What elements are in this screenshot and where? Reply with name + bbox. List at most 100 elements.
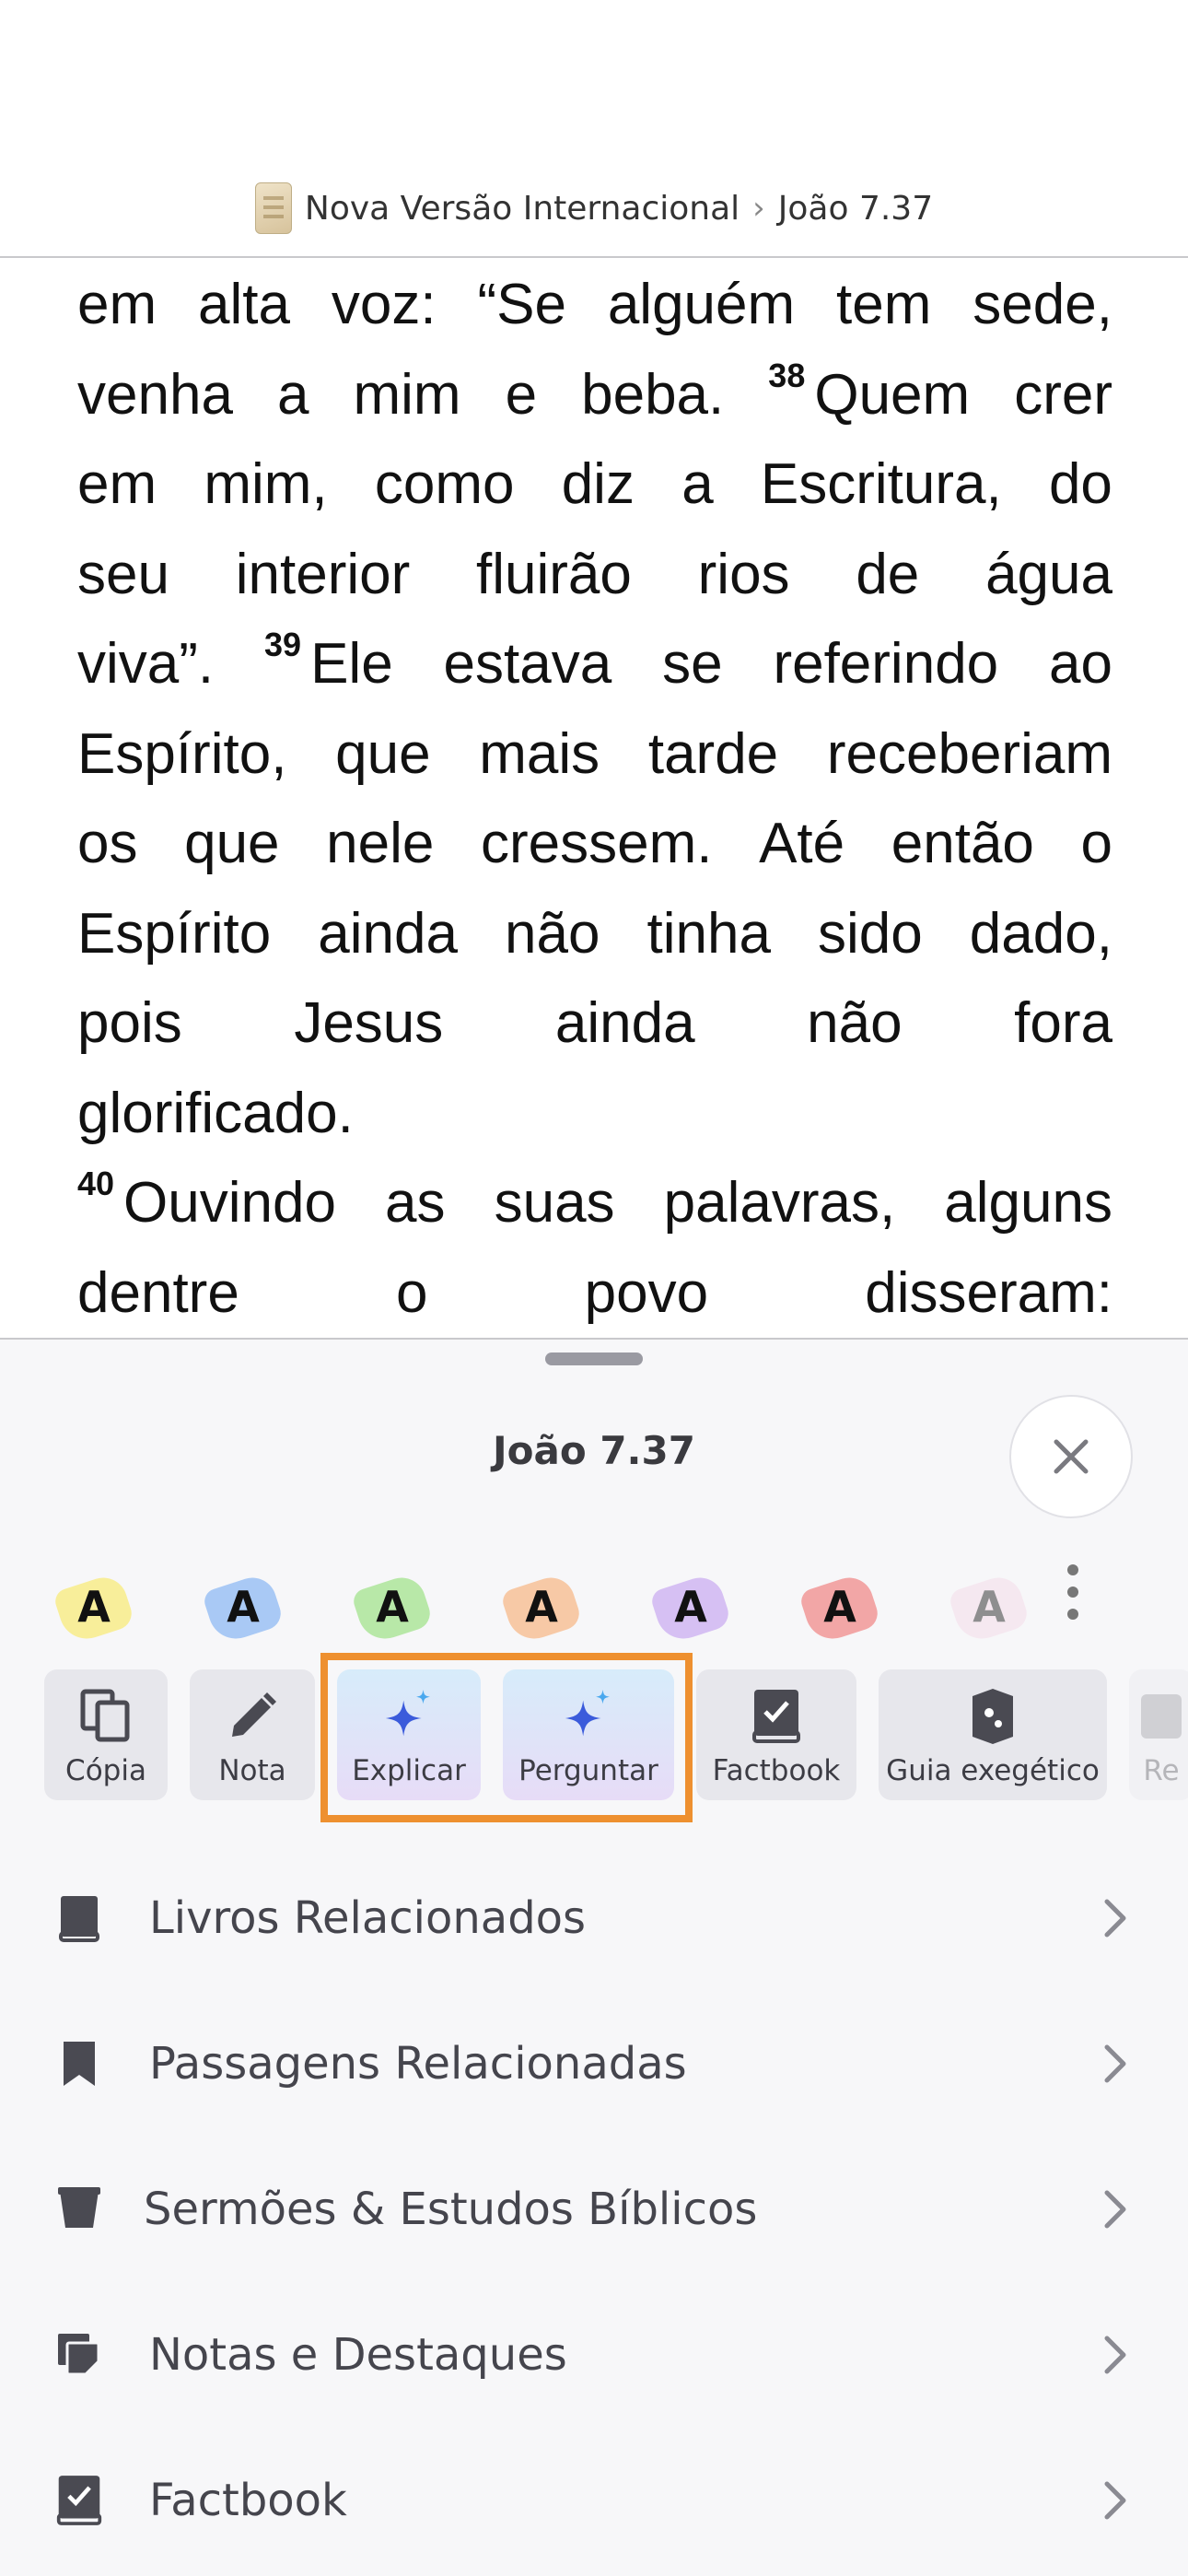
scripture-word: diz — [561, 452, 635, 516]
highlight-color-option[interactable]: A — [947, 1571, 1031, 1646]
scripture-word: ainda — [318, 901, 458, 966]
highlight-color-option[interactable]: A — [52, 1571, 136, 1646]
highlight-color-option[interactable]: A — [201, 1571, 285, 1646]
action-label: Factbook — [712, 1754, 841, 1787]
scripture-word: alguns — [944, 1171, 1112, 1235]
scripture-word: em — [77, 452, 157, 516]
factbook-button[interactable]: Factbook — [696, 1669, 856, 1800]
scripture-word: receberiam — [826, 721, 1112, 786]
more-options-icon[interactable] — [1059, 1564, 1087, 1620]
highlight-letter: A — [823, 1582, 856, 1632]
scripture-word: “Se — [477, 273, 566, 336]
scripture-word: seu — [77, 542, 169, 606]
scripture-word: e — [505, 362, 538, 427]
scripture-word: cressem. — [480, 812, 713, 875]
guia-exegético-button[interactable]: Guia exegético — [879, 1669, 1107, 1800]
verse-number: 40 — [77, 1165, 115, 1202]
partial-icon — [1133, 1688, 1188, 1745]
scripture-word: como — [374, 452, 515, 516]
scripture-word: sede, — [973, 273, 1112, 336]
scripture-line: glorificado. — [77, 1069, 1112, 1159]
scripture-word: não — [505, 901, 600, 966]
highlight-color-option[interactable]: A — [499, 1571, 584, 1646]
scripture-line: venha a mim e beba. 38 Quem crer — [77, 350, 1112, 440]
highlight-colors: AAAAAAA — [52, 1551, 1118, 1662]
scripture-text[interactable]: em alta voz: “Se alguém tem sede, venha a mim e beb… — [77, 260, 1112, 1338]
highlight-color-option[interactable]: A — [350, 1571, 435, 1646]
list-item[interactable]: Sermões & Estudos Bíblicos — [0, 2154, 1188, 2265]
scripture-word: 38 Quem — [768, 356, 971, 427]
scripture-word: dado, — [969, 901, 1112, 966]
scripture-word: glorificado. — [77, 1081, 354, 1145]
guide-icon — [964, 1688, 1021, 1745]
scripture-word: pois — [77, 991, 182, 1055]
scripture-line: dentre o povo disseram: — [77, 1248, 1112, 1339]
drag-handle[interactable] — [545, 1352, 643, 1365]
scripture-word: tarde — [647, 721, 779, 786]
highlight-color-option[interactable]: A — [648, 1571, 733, 1646]
scripture-word: as — [385, 1171, 446, 1235]
chevron-right-icon — [1101, 2187, 1129, 2231]
breadcrumb[interactable]: Nova Versão Internacional › João 7.37 — [0, 182, 1188, 234]
chevron-right-icon: › — [752, 190, 765, 227]
scripture-word: que — [184, 812, 280, 875]
list-item[interactable]: Livros Relacionados — [0, 1863, 1188, 1973]
scripture-word: o — [1080, 812, 1112, 875]
scripture-word: fora — [1014, 991, 1112, 1055]
scripture-word: palavras, — [663, 1171, 896, 1235]
scripture-line: pois Jesus ainda não fora — [77, 978, 1112, 1069]
scripture-word: rios — [697, 542, 790, 606]
action-label: Cópia — [65, 1754, 146, 1787]
highlight-color-option[interactable]: A — [798, 1571, 882, 1646]
cópia-button[interactable]: Cópia — [44, 1669, 168, 1800]
scripture-word: do — [1048, 452, 1112, 516]
factbook-icon — [55, 2473, 103, 2528]
verse-reference[interactable]: João 7.37 — [778, 190, 933, 228]
list-item[interactable]: Passagens Relacionadas — [0, 2008, 1188, 2119]
nota-button[interactable]: Nota — [190, 1669, 315, 1800]
copy-icon — [77, 1688, 134, 1745]
bookmark-icon — [55, 2036, 103, 2091]
verse-actions-sheet: João 7.37 AAAAAAA Cópia Nota Explicar Pergu… — [0, 1338, 1188, 2576]
list-item[interactable]: Factbook — [0, 2445, 1188, 2556]
scripture-word: voz: — [331, 273, 437, 336]
scripture-word: não — [807, 991, 903, 1055]
re-button[interactable]: Re — [1129, 1669, 1188, 1800]
ai-actions-highlight — [320, 1653, 693, 1822]
scripture-line: os que nele cressem. Até então o — [77, 799, 1112, 889]
translation-name[interactable]: Nova Versão Internacional — [305, 190, 740, 228]
chevron-right-icon — [1101, 1896, 1129, 1940]
scripture-word: povo — [584, 1260, 709, 1325]
scripture-word: interior — [235, 542, 411, 606]
scripture-word: a — [681, 452, 714, 516]
list-item-label: Passagens Relacionadas — [149, 2038, 687, 2090]
highlight-letter: A — [227, 1582, 260, 1632]
scripture-word: mim, — [204, 452, 328, 516]
book-icon — [55, 1891, 103, 1946]
scripture-word: se — [662, 632, 723, 696]
scripture-word: então — [891, 812, 1034, 875]
verse-number: 39 — [264, 626, 302, 663]
scripture-word: alta — [198, 273, 290, 336]
scripture-word: ao — [1049, 632, 1112, 696]
scripture-word: crer — [1014, 362, 1112, 427]
scripture-line: Espírito ainda não tinha sido dado, — [77, 889, 1112, 979]
top-bar: Nova Versão Internacional › João 7.37 — [0, 0, 1188, 258]
action-label: Re — [1143, 1754, 1180, 1787]
scripture-word: disseram: — [865, 1260, 1112, 1325]
notes-icon — [55, 2327, 103, 2383]
scripture-line: viva”. 39 Ele estava se referindo ao — [77, 619, 1112, 709]
pencil-icon — [224, 1688, 281, 1745]
list-item[interactable]: Notas e Destaques — [0, 2300, 1188, 2410]
scripture-line: em alta voz: “Se alguém tem sede, — [77, 260, 1112, 350]
scripture-word: sido — [818, 901, 923, 966]
scripture-word: tinha — [646, 901, 771, 966]
scripture-word: fluirão — [476, 542, 632, 606]
scripture-line: 40 Ouvindo as suas palavras, alguns — [77, 1158, 1112, 1248]
scripture-word: beba. — [581, 362, 725, 427]
scripture-word: a — [276, 362, 309, 427]
highlight-letter: A — [674, 1582, 707, 1632]
factbook-icon — [748, 1688, 805, 1745]
close-button[interactable] — [1009, 1395, 1133, 1518]
scripture-word: Até — [759, 812, 845, 875]
